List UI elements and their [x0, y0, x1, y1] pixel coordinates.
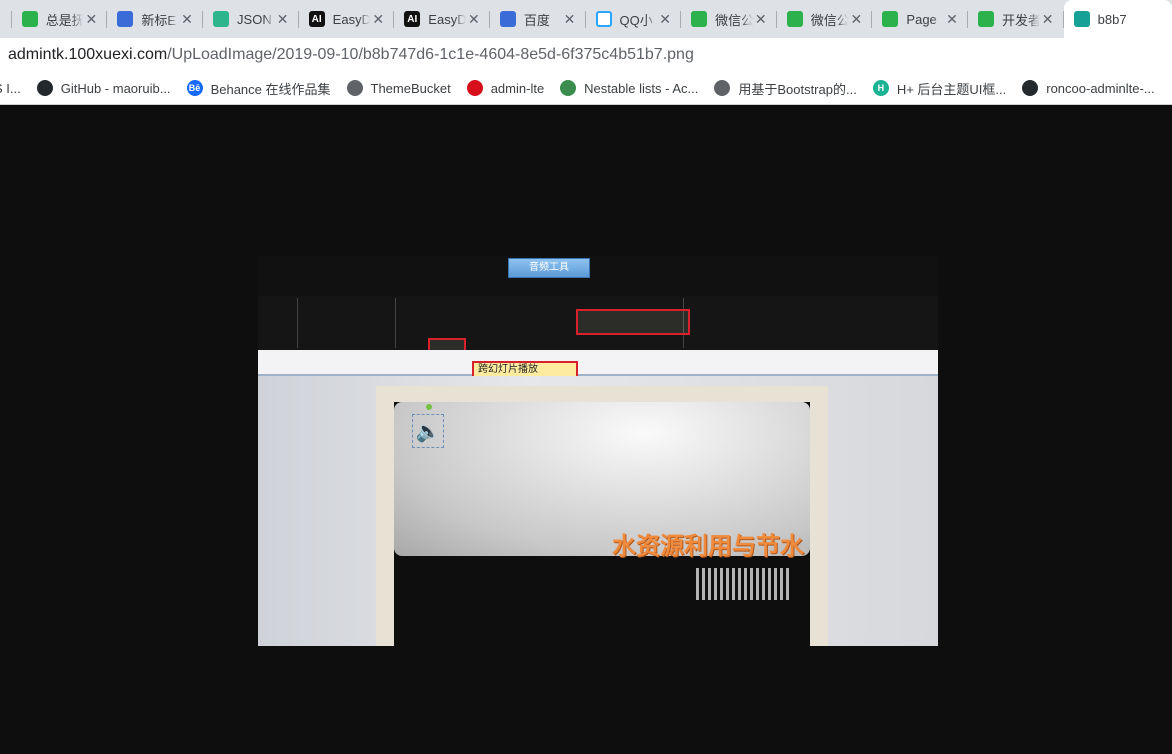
browser-tab[interactable]: JSON ✕: [203, 0, 299, 38]
bookmark-label: Behance 在线作品集: [210, 81, 331, 97]
tab-title: 微信公: [715, 12, 753, 28]
bookmark-label: roncoo-adminlte-...: [1046, 80, 1155, 96]
globe-icon: [346, 80, 363, 96]
browser-tab[interactable]: 微信公 ✕: [681, 0, 777, 38]
bookmark-item[interactable]: 用基于Bootstrap的...: [714, 79, 857, 98]
slide-title: 水资源利用与节水: [612, 532, 804, 560]
adminlte-icon: [466, 80, 483, 96]
browser-tab[interactable]: 百度 ✕: [490, 0, 586, 38]
displayed-image: 音频工具 跨幻灯片播放 🔈 水资源利用与节水: [258, 256, 938, 646]
image-icon: [1073, 11, 1090, 27]
address-bar[interactable]: admintk.100xuexi.com/UpLoadImage/2019-09…: [0, 38, 1172, 72]
bookmark-label: admin-lte: [490, 80, 545, 96]
bookmark-item[interactable]: Bē Behance 在线作品集: [186, 79, 331, 98]
ribbon-footer: [258, 350, 938, 376]
slide-workspace: 🔈 水资源利用与节水: [258, 376, 938, 646]
paw-icon: [499, 11, 516, 27]
bookmark-item[interactable]: ThemeBucket: [346, 80, 451, 96]
audio-tools-tab: 音频工具: [508, 258, 590, 278]
globe-icon: [714, 80, 731, 96]
tab-title: 微信公: [810, 12, 849, 28]
tab-title: 新标E: [141, 12, 177, 28]
speaker-icon: 🔈: [412, 414, 444, 448]
hplus-icon: H: [872, 80, 889, 96]
browser-tab[interactable]: QQ小 ✕: [586, 0, 682, 38]
ppt-titlebar: [258, 256, 938, 300]
browser-tab[interactable]: 开发者 ✕: [968, 0, 1064, 38]
wechat-icon: [691, 11, 708, 27]
close-icon[interactable]: ✕: [83, 11, 99, 28]
tab-title: 百度: [523, 12, 550, 28]
browser-tab[interactable]: AI EasyD ✕: [394, 0, 490, 38]
close-icon[interactable]: ✕: [275, 11, 291, 28]
close-icon[interactable]: ✕: [657, 11, 673, 28]
github-icon: [36, 80, 53, 96]
browser-tab[interactable]: 总是抚 ✕: [12, 0, 108, 38]
bookmark-label: Nestable lists - Ac...: [584, 80, 699, 96]
bookmark-item[interactable]: admin-lte: [466, 80, 545, 96]
rotate-handle: [426, 404, 432, 410]
tab-title: 开发者: [1002, 12, 1040, 28]
tab-title: JSON: [237, 11, 272, 27]
close-icon[interactable]: ✕: [848, 11, 864, 28]
browser-tab-active[interactable]: b8b7: [1063, 0, 1172, 38]
ai-icon: AI: [404, 11, 421, 27]
browser-tab[interactable]: 新标E ✕: [107, 0, 203, 38]
bookmark-label: GitHub - maoruib...: [60, 80, 171, 96]
bookmark-item[interactable]: roncoo-adminlte-...: [1022, 80, 1155, 96]
tab-title: 总是抚: [45, 12, 84, 28]
tab-title: EasyD: [332, 11, 371, 27]
tab-partial[interactable]: [0, 0, 12, 38]
tab-title: QQ小: [619, 12, 653, 28]
url-host: admintk.100xuexi.com: [8, 46, 168, 63]
wechat-icon: [786, 11, 803, 27]
bookmark-label: S I...: [0, 80, 21, 96]
nestable-icon: [560, 80, 577, 96]
qq-icon: [595, 11, 612, 27]
browser-tab[interactable]: AI EasyD ✕: [299, 0, 395, 38]
close-icon[interactable]: ✕: [753, 11, 769, 28]
browser-tab[interactable]: 微信公 ✕: [777, 0, 873, 38]
close-icon[interactable]: ✕: [562, 11, 578, 28]
slide: 🔈 水资源利用与节水: [394, 402, 810, 646]
bookmark-item[interactable]: GitHub - maoruib...: [36, 80, 171, 96]
close-icon[interactable]: ✕: [466, 11, 482, 28]
browser-tab[interactable]: Page ✕: [872, 0, 968, 38]
tab-title: EasyD: [428, 11, 466, 27]
behance-icon: Bē: [186, 80, 203, 96]
bookmark-item[interactable]: H H+ 后台主题UI框...: [872, 79, 1007, 98]
wechat-icon: [21, 11, 38, 27]
bookmark-item[interactable]: S I...: [0, 81, 21, 96]
ai-icon: AI: [308, 11, 325, 27]
bookmark-item[interactable]: Nestable lists - Ac...: [560, 80, 698, 96]
close-icon[interactable]: ✕: [944, 11, 960, 28]
json-icon: [213, 11, 230, 27]
slide-subtitle: [696, 568, 792, 600]
bookmark-bar: S I... GitHub - maoruib... Bē Behance 在线作…: [0, 72, 1172, 105]
bookmark-label: ThemeBucket: [370, 80, 451, 96]
tab-title: b8b7: [1097, 11, 1127, 27]
wechat-icon: [978, 11, 995, 27]
ribbon-group: [298, 298, 396, 348]
bookmark-label: H+ 后台主题UI框...: [896, 81, 1007, 97]
url-path: /UpLoadImage/2019-09-10/b8b747d6-1c1e-46…: [167, 46, 694, 63]
wechat-icon: [882, 11, 899, 27]
tab-strip: 总是抚 ✕ 新标E ✕ JSON ✕ AI EasyD ✕ AI EasyD ✕ 百度 ✕ QQ…: [0, 0, 1172, 38]
close-icon[interactable]: ✕: [1040, 11, 1056, 28]
close-icon[interactable]: ✕: [179, 11, 195, 28]
image-viewport: 音频工具 跨幻灯片播放 🔈 水资源利用与节水: [0, 106, 1172, 754]
highlight-box: [576, 309, 690, 335]
github-icon: [1022, 80, 1039, 96]
close-icon[interactable]: ✕: [370, 11, 386, 28]
tab-title: Page: [906, 11, 937, 27]
bookmark-label: 用基于Bootstrap的...: [738, 81, 857, 97]
paw-icon: [117, 11, 134, 27]
ribbon-group: [258, 298, 298, 348]
